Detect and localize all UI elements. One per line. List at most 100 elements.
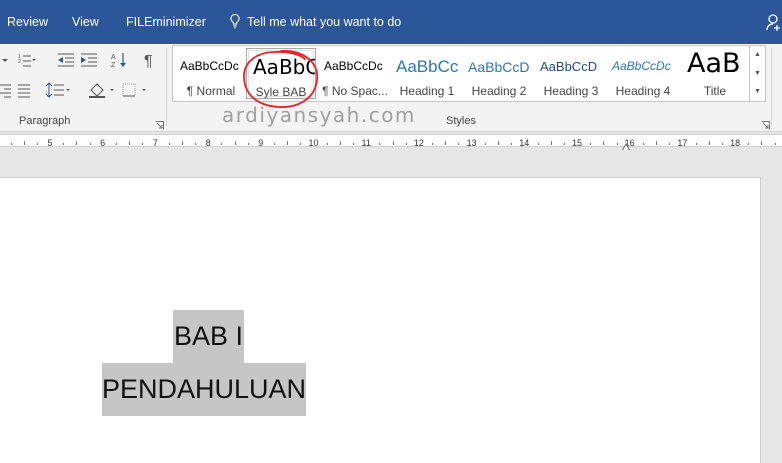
ruler-tick bbox=[642, 143, 644, 145]
ruler-tick bbox=[432, 143, 434, 145]
styles-gallery: AaBbCcDc ¶ Normal AaBbC Syle BAB AaBbCcD… bbox=[172, 45, 750, 102]
ruler-tick bbox=[274, 143, 275, 145]
styles-gallery-scroll[interactable]: ▲ ▼ ▼ bbox=[750, 45, 766, 102]
increase-indent-icon[interactable] bbox=[80, 52, 98, 68]
ruler-tick bbox=[379, 143, 381, 145]
style-preview-text: AaBbCcDc bbox=[324, 59, 383, 73]
style-name-label: ¶ No Spac... bbox=[322, 84, 388, 98]
ruler-tick bbox=[774, 143, 776, 145]
ruler-tick bbox=[300, 143, 302, 145]
tell-me-search-input[interactable]: Tell me what you want to do bbox=[247, 15, 401, 29]
numbering-icon[interactable]: 1 2 bbox=[18, 52, 36, 68]
ruler-number: 18 bbox=[730, 138, 741, 148]
ruler-tick bbox=[616, 143, 618, 145]
paragraph-group-label: Paragraph bbox=[19, 115, 71, 127]
ruler-tick bbox=[23, 141, 25, 145]
ruler-tick bbox=[695, 143, 697, 145]
ruler-tick bbox=[537, 143, 539, 145]
ruler-tick bbox=[168, 143, 170, 145]
ruler-number: 6 bbox=[100, 138, 106, 148]
ruler-tick bbox=[458, 143, 460, 145]
tab-view[interactable]: View bbox=[72, 15, 99, 29]
ruler-tick bbox=[181, 141, 183, 145]
sort-icon[interactable]: A Z bbox=[111, 52, 129, 68]
style-preview-text: AaB bbox=[687, 48, 741, 79]
ruler-tick bbox=[63, 143, 65, 145]
style-name-label: Heading 3 bbox=[543, 84, 599, 98]
style-preview-text: AaBbCc bbox=[396, 57, 459, 76]
ruler-tick bbox=[498, 141, 499, 145]
ruler-number: 14 bbox=[519, 138, 530, 148]
style-normal[interactable]: AaBbCcDc ¶ Normal bbox=[176, 48, 246, 99]
ruler-tick bbox=[234, 141, 236, 145]
style-title[interactable]: AaB Title bbox=[680, 48, 750, 99]
horizontal-ruler[interactable]: 5 6 7 8 9 10 11 12 13 14 15 16 17 18 bbox=[0, 132, 782, 152]
share-user-icon[interactable] bbox=[766, 13, 782, 31]
ruler-tick bbox=[247, 143, 249, 145]
ruler-tick bbox=[511, 143, 513, 145]
ruler-tick bbox=[484, 143, 486, 145]
ruler-number: 10 bbox=[308, 138, 319, 148]
decrease-indent-icon[interactable] bbox=[57, 52, 75, 68]
style-syle-bab[interactable]: AaBbC Syle BAB bbox=[246, 48, 316, 99]
style-heading-4[interactable]: AaBbCcDc Heading 4 bbox=[608, 48, 678, 99]
ruler-tick bbox=[761, 141, 763, 145]
ruler-number: 12 bbox=[413, 138, 424, 148]
ruler-number: 13 bbox=[466, 138, 477, 148]
ruler-tick bbox=[550, 141, 552, 145]
style-name-label: Heading 2 bbox=[471, 84, 527, 98]
ruler-tick bbox=[405, 143, 407, 145]
ruler-tick bbox=[445, 141, 447, 145]
ruler-tick bbox=[603, 141, 605, 145]
pilcrow-icon[interactable]: ¶ bbox=[142, 52, 160, 68]
ruler-tick bbox=[656, 141, 657, 145]
ruler-number: 8 bbox=[205, 138, 211, 148]
ruler-number: 11 bbox=[361, 138, 371, 148]
ruler-tick bbox=[89, 143, 91, 145]
borders-icon[interactable] bbox=[122, 82, 152, 98]
styles-group-label: Styles bbox=[446, 115, 476, 127]
ruler-tick bbox=[563, 143, 565, 145]
style-name-label: Title bbox=[703, 84, 727, 98]
tab-review[interactable]: Review bbox=[7, 15, 48, 29]
scroll-up-icon[interactable]: ▲ bbox=[754, 51, 761, 58]
lightbulb-icon[interactable] bbox=[229, 13, 241, 29]
styles-dialog-launcher-icon[interactable] bbox=[761, 117, 770, 130]
document-page[interactable]: BAB I PENDAHULUAN bbox=[0, 177, 761, 463]
line-spacing-icon[interactable] bbox=[46, 82, 72, 98]
ruler-tick bbox=[392, 141, 394, 145]
paragraph-dialog-launcher-icon[interactable] bbox=[155, 117, 164, 130]
ruler-tick bbox=[36, 143, 38, 145]
more-styles-icon[interactable]: ▼ bbox=[754, 88, 761, 95]
style-preview-text: AaBbCcDc bbox=[612, 59, 671, 73]
tab-fileminimizer[interactable]: FILEminimizer bbox=[126, 15, 206, 29]
group-separator bbox=[166, 48, 167, 126]
bullets-dropdown-icon[interactable] bbox=[0, 52, 10, 68]
right-indent-marker[interactable] bbox=[621, 139, 631, 152]
style-heading-3[interactable]: AaBbCcD Heading 3 bbox=[536, 48, 606, 99]
ribbon-tab-bar: Review View FILEminimizer Tell me what y… bbox=[0, 0, 782, 44]
style-heading-1[interactable]: AaBbCc Heading 1 bbox=[392, 48, 462, 99]
svg-text:A: A bbox=[111, 54, 116, 61]
style-preview-text: AaBbCcD bbox=[540, 59, 598, 74]
ruler-number: 15 bbox=[571, 138, 583, 148]
ruler-tick bbox=[10, 143, 12, 145]
shading-icon[interactable] bbox=[88, 82, 118, 98]
scroll-down-icon[interactable]: ▼ bbox=[754, 70, 761, 77]
style-name-label: Heading 4 bbox=[615, 84, 671, 98]
ruler-tick bbox=[76, 141, 78, 145]
watermark-text: ardiyansyah.com bbox=[222, 103, 416, 127]
align-right-icon[interactable] bbox=[0, 82, 12, 98]
ruler-number: 5 bbox=[47, 138, 53, 148]
document-canvas: BAB I PENDAHULUAN bbox=[0, 150, 782, 463]
ruler-number: 9 bbox=[258, 138, 264, 148]
ruler-tick bbox=[326, 143, 328, 145]
style-name-label: ¶ Normal bbox=[186, 84, 236, 98]
style-heading-2[interactable]: AaBbCcD Heading 2 bbox=[464, 48, 534, 99]
doc-heading-line-1[interactable]: BAB I bbox=[173, 310, 245, 363]
doc-heading-line-2[interactable]: PENDAHULUAN bbox=[102, 363, 307, 416]
style-no-spacing[interactable]: AaBbCcDc ¶ No Spac... bbox=[320, 48, 390, 99]
ruler-tick bbox=[708, 141, 710, 145]
justify-icon[interactable] bbox=[17, 82, 35, 98]
ruler-number: 7 bbox=[152, 138, 158, 148]
